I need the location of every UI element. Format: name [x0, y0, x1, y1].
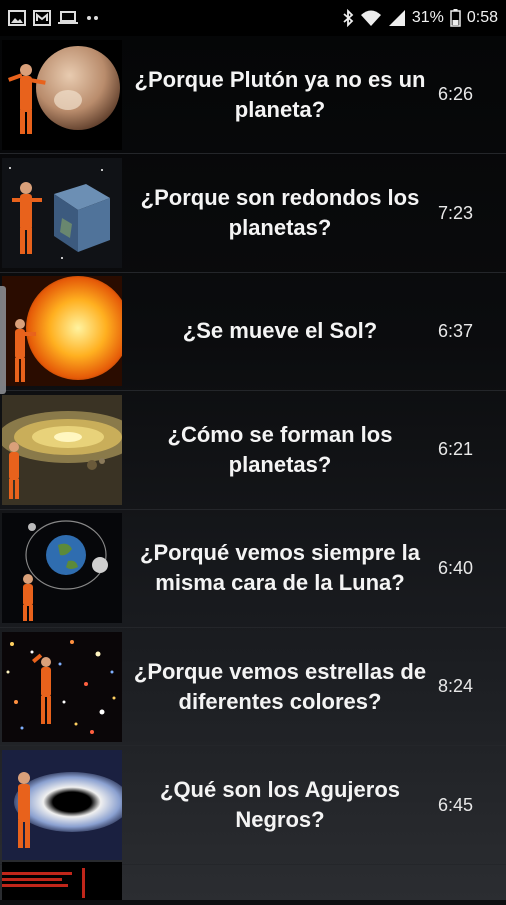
earth-moon-orbit-thumbnail — [2, 513, 122, 624]
battery-percent: 31% — [411, 9, 444, 26]
video-item[interactable]: ¿Se mueve el Sol? 6:37 — [0, 273, 506, 392]
video-title: ¿Porque Plutón ya no es un planeta? — [134, 66, 426, 122]
video-duration: 8:24 — [438, 676, 474, 697]
signal-icon — [388, 9, 406, 27]
video-title: ¿Porque son redondos los planetas? — [140, 185, 420, 241]
video-duration: 7:23 — [438, 202, 474, 223]
video-item[interactable]: ¿Porque son redondos los planetas? 7:23 — [0, 154, 506, 273]
side-edge-panel-handle[interactable] — [0, 286, 6, 394]
status-bar-system: 31% 0:58 — [342, 9, 498, 27]
video-title: ¿Porque vemos estrellas de diferentes co… — [133, 658, 427, 714]
video-duration: 6:45 — [438, 794, 474, 815]
video-item[interactable]: ¿Qué son los Agujeros Negros? 6:45 — [0, 746, 506, 865]
bluetooth-icon — [342, 9, 354, 27]
video-item[interactable]: ¿Porque Plutón ya no es un planeta? 6:26 — [0, 36, 506, 155]
video-duration: 6:40 — [438, 557, 474, 578]
more-dots-icon — [85, 10, 101, 26]
partial-thumbnail — [2, 862, 122, 900]
status-bar: 31% 0:58 — [0, 0, 506, 36]
video-title: ¿Qué son los Agujeros Negros? — [160, 777, 400, 833]
video-duration: 6:26 — [438, 84, 474, 105]
video-duration: 6:21 — [438, 439, 474, 460]
wifi-icon — [360, 9, 382, 27]
pluto-thumbnail — [2, 39, 122, 150]
message-icon — [33, 10, 51, 26]
video-item[interactable]: ¿Cómo se forman los planetas? 6:21 — [0, 391, 506, 510]
video-item[interactable]: ¿Porqué vemos siempre la misma cara de l… — [0, 510, 506, 628]
black-hole-thumbnail — [2, 750, 122, 861]
protoplanetary-disk-thumbnail — [2, 394, 122, 505]
video-title: ¿Porqué vemos siempre la misma cara de l… — [140, 540, 420, 596]
status-bar-notifications — [8, 10, 101, 26]
video-title: ¿Se mueve el Sol? — [182, 318, 378, 344]
star-field-thumbnail — [2, 631, 122, 742]
sun-thumbnail — [2, 276, 122, 387]
battery-icon — [450, 9, 461, 27]
clock: 0:58 — [466, 9, 498, 26]
video-list: ¿Porque Plutón ya no es un planeta? 6:26… — [0, 36, 506, 900]
video-title: ¿Cómo se forman los planetas? — [167, 421, 393, 477]
video-item[interactable]: ¿Porque vemos estrellas de diferentes co… — [0, 628, 506, 747]
cube-planet-thumbnail — [2, 158, 122, 269]
gallery-icon — [8, 10, 26, 26]
video-item-partial[interactable] — [0, 860, 506, 900]
video-duration: 6:37 — [438, 320, 474, 341]
laptop-icon — [58, 10, 78, 26]
